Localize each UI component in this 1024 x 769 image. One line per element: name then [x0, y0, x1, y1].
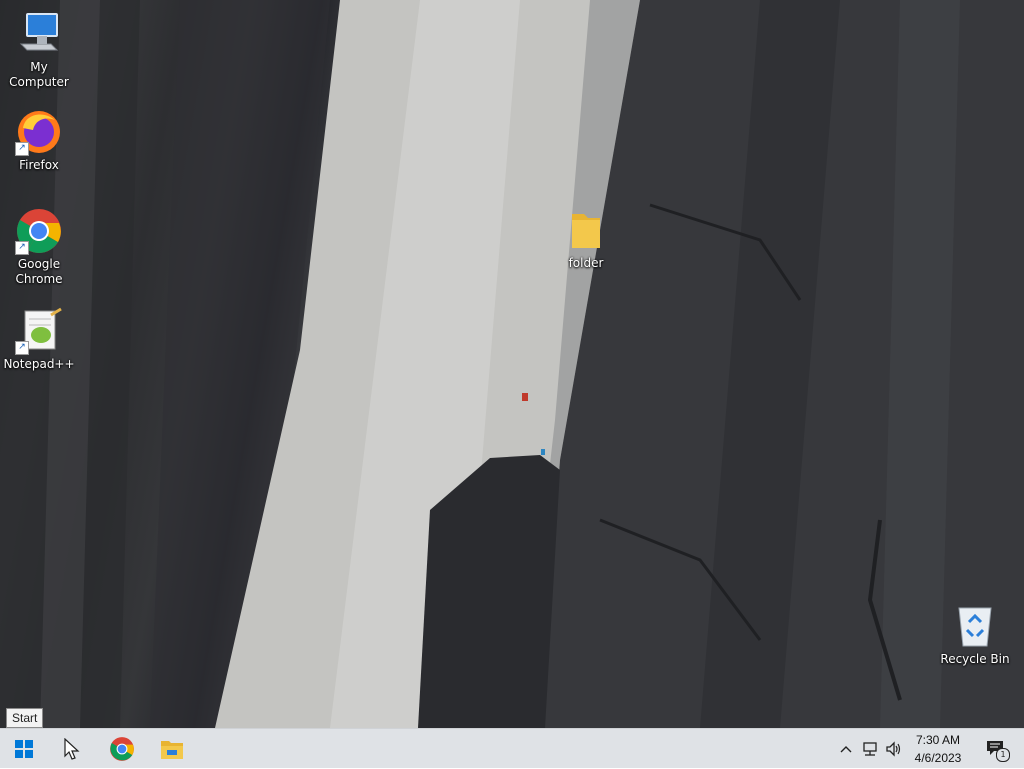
network-button[interactable]	[858, 729, 882, 769]
taskbar: 7:30 AM 4/6/2023 1	[0, 728, 1024, 768]
folder-icon	[562, 206, 610, 254]
speaker-icon	[886, 741, 901, 757]
chrome-icon	[110, 737, 134, 761]
icon-label: My Computer	[9, 60, 69, 89]
recycle-bin-icon	[951, 602, 999, 650]
icon-label: Google Chrome	[15, 257, 63, 286]
network-icon	[863, 742, 877, 756]
icon-label: Recycle Bin	[940, 652, 1010, 666]
desktop-icon-folder[interactable]: folder	[548, 206, 624, 271]
taskbar-chrome-button[interactable]	[98, 729, 146, 769]
shortcut-arrow-icon: ↗	[15, 142, 29, 156]
clock-date: 4/6/2023	[914, 751, 962, 765]
show-hidden-icons-button[interactable]	[836, 729, 856, 769]
computer-icon	[15, 10, 63, 58]
shortcut-arrow-icon: ↗	[15, 241, 29, 255]
icon-label: Firefox	[19, 158, 59, 172]
notification-count-badge: 1	[996, 748, 1010, 762]
firefox-icon: ↗	[15, 108, 63, 156]
search-button[interactable]	[48, 729, 96, 769]
notepad-plus-plus-icon: ↗	[15, 307, 63, 355]
action-center-button[interactable]: 1	[976, 729, 1016, 769]
clock[interactable]: 7:30 AM 4/6/2023	[906, 731, 970, 767]
desktop-icon-firefox[interactable]: ↗ Firefox	[1, 108, 77, 173]
desktop-icon-my-computer[interactable]: My Computer	[1, 10, 77, 90]
chevron-up-icon	[840, 746, 852, 753]
shortcut-arrow-icon: ↗	[15, 341, 29, 355]
chrome-icon: ↗	[15, 207, 63, 255]
file-explorer-icon	[161, 741, 183, 759]
icon-label: Notepad++	[3, 357, 75, 371]
desktop-wallpaper	[0, 0, 1024, 728]
taskbar-file-explorer-button[interactable]	[148, 729, 196, 769]
mouse-cursor-icon	[64, 738, 80, 760]
start-button[interactable]	[0, 729, 48, 769]
start-tooltip: Start	[6, 708, 44, 728]
volume-button[interactable]	[882, 729, 906, 769]
desktop-icon-google-chrome[interactable]: ↗ Google Chrome	[1, 207, 77, 287]
windows-logo-icon	[15, 740, 33, 758]
desktop-icon-recycle-bin[interactable]: Recycle Bin	[937, 602, 1013, 667]
desktop-icon-notepad-plus-plus[interactable]: ↗ Notepad++	[1, 307, 77, 372]
clock-time: 7:30 AM	[915, 733, 961, 747]
icon-label: folder	[568, 256, 604, 270]
